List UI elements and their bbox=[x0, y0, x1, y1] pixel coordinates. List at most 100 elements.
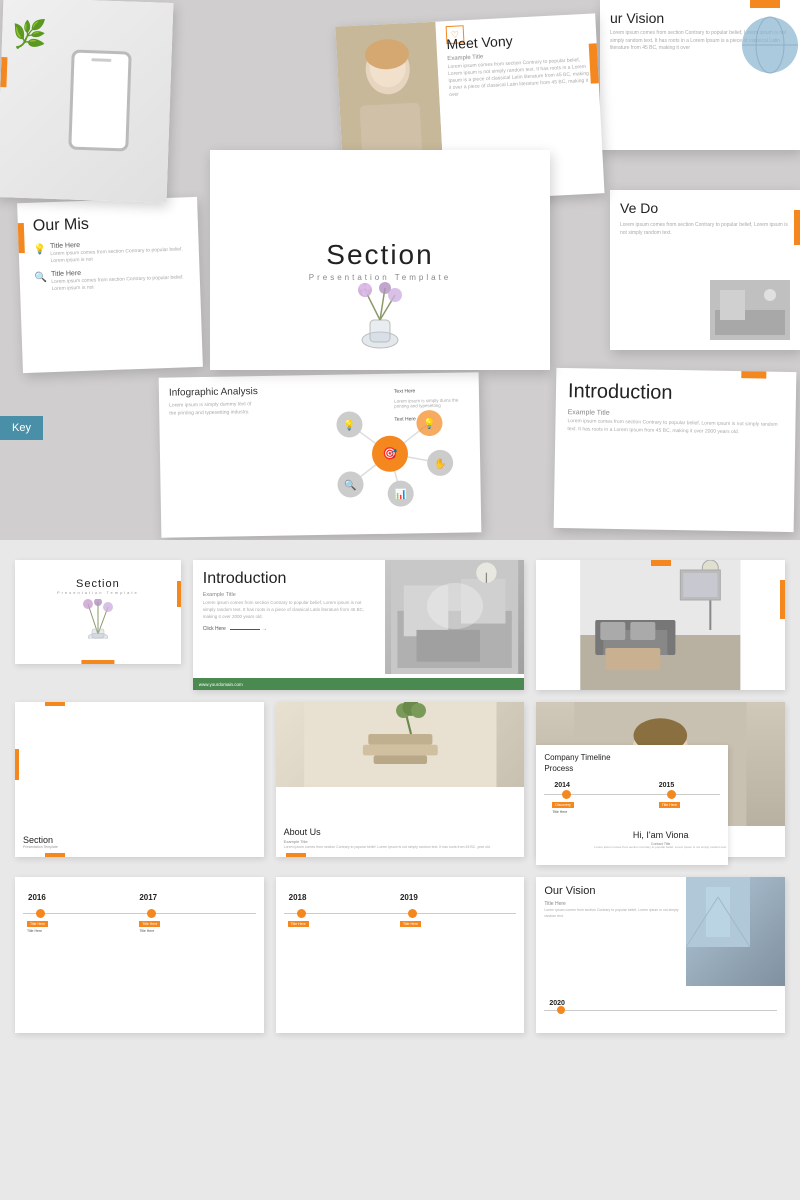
about-image bbox=[276, 702, 525, 787]
row1-room-slide bbox=[536, 560, 785, 690]
intro-main-body: Lorem ipsum comes from section Contrary … bbox=[203, 600, 374, 620]
section-sub-r2: Presentation Template bbox=[23, 845, 256, 849]
dot-2016 bbox=[36, 909, 45, 918]
year-2016: 2016 bbox=[28, 893, 46, 902]
search-icon: 🔍 bbox=[35, 272, 48, 283]
tag-2016a: Title Here bbox=[27, 921, 48, 927]
mission-slide: Our Mis 💡 Title Here Lorem ipsum comes f… bbox=[17, 197, 203, 373]
orange-top-center bbox=[651, 560, 671, 566]
about-body: Lorem ipsum comes from section Contrary … bbox=[284, 845, 517, 850]
orange-accent-left bbox=[18, 223, 25, 253]
label-2014: Title Here bbox=[552, 810, 567, 814]
tag-discovery: Discovery bbox=[552, 802, 573, 808]
tag-2019a: Title Here bbox=[400, 921, 421, 927]
url-text: www.yourdomain.com bbox=[199, 682, 243, 687]
svg-text:✋: ✋ bbox=[434, 457, 447, 470]
intro-text: Lorem ipsum comes from section Contrary … bbox=[567, 418, 783, 437]
infographic-text-right: Text Here Lorem ipsum is simply dums the… bbox=[394, 387, 475, 422]
row1-grid: Section Presentation Template bbox=[15, 560, 785, 690]
row1-intro-slide: Introduction Example Title Lorem ipsum c… bbox=[193, 560, 525, 690]
row3-vision-slide: 2020 Our Vision Title Here Lorem ipsum c… bbox=[536, 877, 785, 1032]
about-orange-bot bbox=[286, 853, 306, 857]
row1-section-slide: Section Presentation Template bbox=[15, 560, 181, 664]
orange-accent bbox=[589, 43, 599, 83]
tl-container-2: 2018 Title Here 2019 Title Here bbox=[284, 893, 517, 953]
row3-grid: 2016 Title Here Title Here 2017 Title He… bbox=[15, 877, 785, 1032]
svg-text:📊: 📊 bbox=[394, 487, 407, 500]
mission-title: Our Mis bbox=[33, 212, 184, 235]
year-2019: 2019 bbox=[400, 893, 418, 902]
tl-2020-bar: 2020 bbox=[544, 1000, 777, 1025]
section-sub-r1: Presentation Template bbox=[57, 590, 139, 595]
tag-2018a: Title Here bbox=[288, 921, 309, 927]
flower-decoration bbox=[340, 280, 420, 350]
url-bar: www.yourdomain.com bbox=[193, 678, 525, 690]
row3-timeline1: 2016 Title Here Title Here 2017 Title He… bbox=[15, 877, 264, 1032]
bottom-grid-section: Section Presentation Template bbox=[0, 540, 800, 1053]
tl-container-1: 2016 Title Here Title Here 2017 Title He… bbox=[23, 893, 256, 953]
center-title: Section bbox=[326, 239, 433, 271]
vision-slide: ur Vision Lorem ipsum comes from section… bbox=[600, 0, 800, 150]
dot-2019 bbox=[408, 909, 417, 918]
section-title-r1: Section bbox=[76, 578, 120, 590]
year-2015: 2015 bbox=[659, 782, 675, 789]
bulb-icon: 💡 bbox=[34, 244, 47, 255]
tl2-line-1 bbox=[23, 913, 256, 914]
intro-title: Introduction bbox=[568, 380, 784, 407]
orange-left-bar-r2 bbox=[15, 749, 19, 780]
click-line bbox=[230, 629, 260, 630]
row3-timeline2: 2018 Title Here 2019 Title Here bbox=[276, 877, 525, 1032]
tl-2020-line bbox=[544, 1010, 777, 1011]
tag-2017a: Title Here bbox=[139, 921, 160, 927]
year-2018: 2018 bbox=[289, 893, 307, 902]
svg-text:🎯: 🎯 bbox=[382, 447, 397, 461]
orange-bar-bottom bbox=[81, 660, 114, 664]
intro-slide: Introduction Example Title Lorem ipsum c… bbox=[554, 368, 797, 532]
about-label: Example Title bbox=[284, 839, 517, 844]
year-2017: 2017 bbox=[139, 893, 157, 902]
infographic-text: Lorem ipsum is simply dummy text of the … bbox=[169, 401, 259, 418]
person-portrait bbox=[335, 22, 442, 167]
wedo-title: Ve Do bbox=[620, 200, 790, 216]
room-image bbox=[710, 280, 790, 340]
dot-2018 bbox=[297, 909, 306, 918]
meet-text: Lorem ipsum comes from section Contrary … bbox=[448, 57, 592, 99]
orange-bar-right bbox=[177, 581, 181, 607]
meet-content: Meet Vony Example Title Lorem ipsum come… bbox=[446, 29, 591, 99]
wedo-slide: Ve Do Lorem ipsum comes from section Con… bbox=[610, 190, 800, 350]
vision-body: Lorem ipsum comes from section Contrary … bbox=[544, 908, 684, 919]
dot-2020 bbox=[557, 1006, 565, 1014]
year-2014: 2014 bbox=[554, 782, 570, 789]
row2-section-slide: Section Presentation Template bbox=[15, 702, 264, 857]
tag-2015: Title Here bbox=[659, 802, 680, 808]
room-photo bbox=[385, 560, 524, 674]
svg-text:🔍: 🔍 bbox=[344, 478, 357, 491]
infographic-slide: Infographic Analysis Lorem ipsum is simp… bbox=[159, 372, 482, 538]
orange-accent-bar bbox=[0, 57, 7, 87]
orange-bot-bar-r2 bbox=[45, 853, 65, 857]
meet-title: Meet Vony bbox=[446, 29, 589, 52]
flower-mini bbox=[73, 599, 123, 645]
text-here-1: Text Here bbox=[394, 387, 474, 394]
timeline-bar: 2014 Discovery Title Here 2015 Title Her… bbox=[544, 782, 720, 822]
vision-image bbox=[686, 877, 785, 986]
wedo-text: Lorem ipsum comes from section Contrary … bbox=[620, 222, 790, 237]
plant-hand-icon: 🌿 bbox=[12, 17, 48, 51]
label-2016a: Title Here bbox=[27, 929, 42, 933]
top-scattered-slides: 🌿 Our Mis 💡 Title Here Lorem ipsum comes… bbox=[0, 0, 800, 540]
intro-orange-top bbox=[741, 371, 766, 378]
orange-right-bar bbox=[794, 210, 800, 245]
timeline-title: Company TimelineProcess bbox=[544, 753, 720, 774]
phones-slide: 🌿 bbox=[0, 0, 173, 203]
section-title-r2: Section bbox=[23, 835, 256, 845]
orange-right bbox=[780, 580, 785, 619]
label-2017a: Title Here bbox=[139, 929, 154, 933]
center-slide: Section Presentation Template bbox=[210, 150, 550, 370]
about-title: About Us bbox=[284, 827, 517, 837]
row2-about-slide: About Us Example Title Lorem ipsum comes… bbox=[276, 702, 525, 857]
meet-body: Lorem ipsum comes from section Contrary … bbox=[594, 846, 727, 850]
dot-2014 bbox=[562, 790, 571, 799]
meet-name: Hi, I'am Viona bbox=[633, 830, 689, 840]
orange-top-bar bbox=[750, 0, 780, 8]
key-badge: Key bbox=[0, 416, 43, 440]
